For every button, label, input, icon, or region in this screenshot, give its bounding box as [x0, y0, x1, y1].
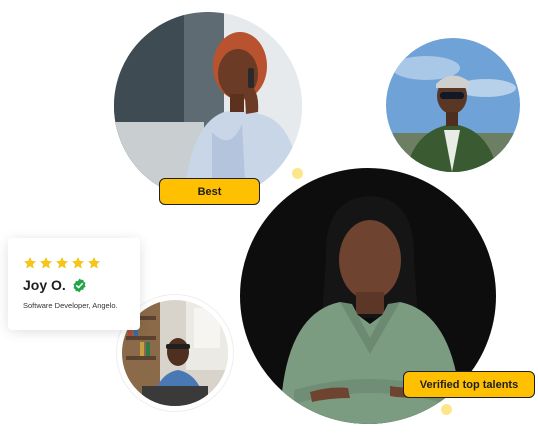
- star-icon: [24, 257, 36, 269]
- star-icon: [88, 257, 100, 269]
- talent-photo-woman-phone: [114, 12, 302, 200]
- decorative-dot: [292, 168, 303, 179]
- talent-collage: Best Verified top talents Joy O. Softwar…: [0, 0, 538, 444]
- star-icon: [40, 257, 52, 269]
- star-icon: [72, 257, 84, 269]
- star-icon: [56, 257, 68, 269]
- reviewer-role: Software Developer, Angelo.: [23, 301, 118, 310]
- verified-check-icon: [73, 278, 86, 292]
- best-badge: Best: [159, 178, 260, 205]
- reviewer-name: Joy O.: [23, 277, 66, 293]
- review-card: Joy O. Software Developer, Angelo.: [8, 238, 140, 330]
- talent-photo-man-outdoors: [386, 38, 520, 172]
- verified-talents-badge: Verified top talents: [403, 371, 535, 398]
- reviewer-line: Joy O.: [23, 276, 140, 294]
- decorative-dot: [441, 404, 452, 415]
- star-rating: [23, 256, 140, 270]
